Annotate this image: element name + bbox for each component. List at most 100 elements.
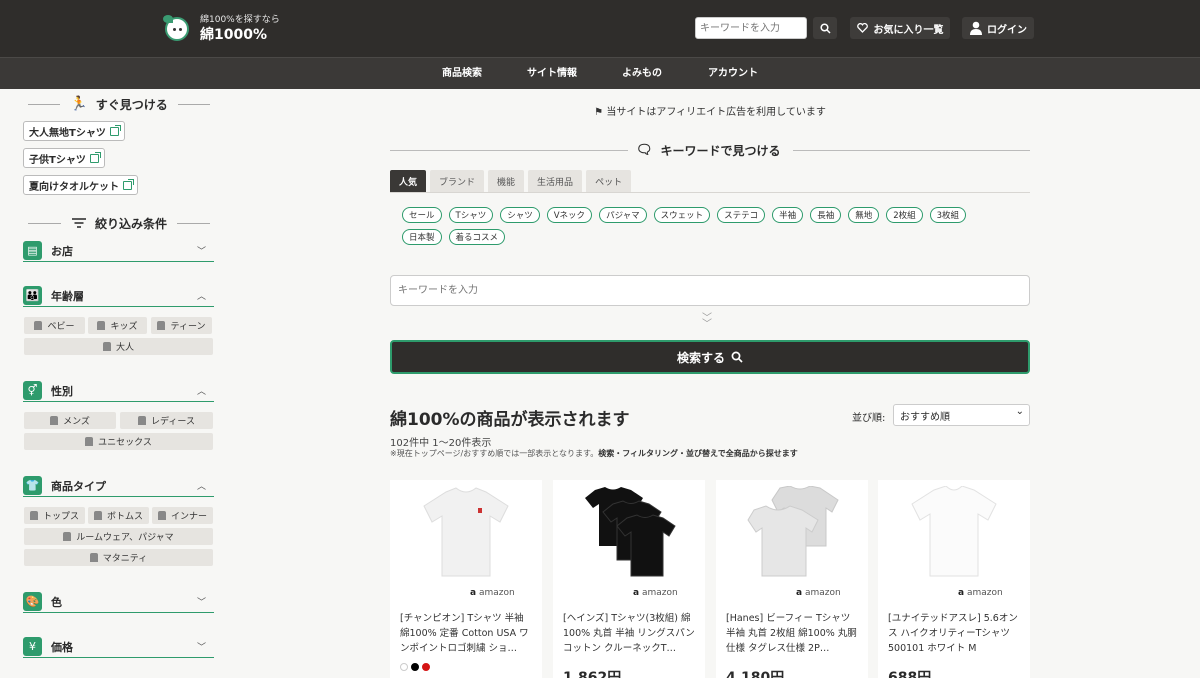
keyword-section-heading: 🗨 キーワードで見つける: [390, 140, 1030, 160]
favorites-label: お気に入り一覧: [873, 24, 944, 36]
tag-2-pack[interactable]: 2枚組: [886, 207, 923, 223]
tab-divider: [390, 192, 1030, 193]
filter-option-adult[interactable]: 大人: [24, 338, 213, 355]
tab-popular[interactable]: 人気: [390, 170, 427, 192]
nav-item-reading[interactable]: よみもの: [622, 58, 662, 90]
swatch-red[interactable]: [422, 663, 430, 671]
filter-product-type[interactable]: 👕 商品タイプ ︿: [23, 475, 214, 497]
filter-option-unisex[interactable]: ユニセックス: [24, 433, 213, 450]
user-icon: [970, 21, 982, 35]
favorites-button[interactable]: お気に入り一覧: [850, 17, 950, 39]
quick-link-summer-blanket[interactable]: 夏向けタオルケット: [23, 175, 138, 195]
product-name: [Hanes] ビーフィー Tシャツ 半袖 丸首 2枚組 綿100% 丸胴仕様 …: [726, 613, 857, 654]
filter-option-inner[interactable]: インナー: [152, 507, 213, 524]
amazon-badge: a amazon: [633, 588, 678, 598]
sort-label: 並び順:: [852, 413, 886, 424]
site-tagline: 綿100%を探すなら: [200, 15, 280, 25]
quick-find-heading: 🏃 すぐ見つける: [18, 94, 220, 114]
login-button[interactable]: ログイン: [962, 17, 1034, 39]
product-image: [585, 487, 676, 577]
tag-tshirt[interactable]: Tシャツ: [448, 207, 494, 223]
keyword-tags: セール Tシャツ シャツ Vネック パジャマ スウェット ステテコ 半袖 長袖 …: [402, 207, 1002, 245]
tag-sale[interactable]: セール: [402, 207, 442, 223]
nav-item-account[interactable]: アカウント: [708, 58, 758, 90]
quick-link-kids-tshirt[interactable]: 子供Tシャツ: [23, 148, 105, 168]
header-search-input[interactable]: [695, 17, 807, 39]
filter-color[interactable]: 🎨 色 ﹀: [23, 591, 214, 613]
filter-option-baby[interactable]: ベビー: [24, 317, 85, 334]
sidebar: 🏃 すぐ見つける 大人無地Tシャツ 子供Tシャツ 夏向けタオルケット 絞り込み条…: [0, 89, 235, 678]
chevron-up-icon: ︿: [196, 292, 206, 302]
filter-shop[interactable]: ▤ お店 ﹀: [23, 240, 214, 262]
chevron-down-icon: ﹀: [196, 643, 206, 653]
swatch-black[interactable]: [411, 663, 419, 671]
product-price: 1,862円: [563, 670, 622, 678]
chevron-up-icon: ︿: [196, 387, 206, 397]
filter-option-teen[interactable]: ティーン: [151, 317, 212, 334]
external-link-icon: [89, 151, 101, 163]
tag-wearable-cosme[interactable]: 着るコスメ: [448, 229, 506, 245]
amazon-badge: a amazon: [796, 588, 841, 598]
tag-pajama[interactable]: パジャマ: [599, 207, 647, 223]
nav-item-search[interactable]: 商品検索: [442, 58, 482, 90]
search-submit-button[interactable]: 検索する: [390, 340, 1030, 374]
header-search-button[interactable]: [813, 17, 837, 39]
filter-price[interactable]: ¥ 価格 ﹀: [23, 636, 214, 658]
product-card[interactable]: a amazon [ヘインズ] Tシャツ(3枚組) 綿100% 丸首 半袖 リン…: [553, 480, 705, 678]
filter-option-bottoms[interactable]: ボトムス: [88, 507, 149, 524]
tab-pet[interactable]: ペット: [586, 170, 632, 192]
filter-option-roomwear[interactable]: ルームウェア、パジャマ: [24, 528, 213, 545]
search-comment-icon: 🗨: [636, 142, 653, 158]
amazon-badge: a amazon: [470, 588, 515, 598]
filter-heading: 絞り込み条件: [18, 213, 220, 233]
tab-daily-goods[interactable]: 生活用品: [528, 170, 583, 192]
tab-function[interactable]: 機能: [488, 170, 525, 192]
product-name: [ヘインズ] Tシャツ(3枚組) 綿100% 丸首 半袖 リングスパンコットン …: [563, 613, 695, 654]
keyword-tabs: 人気 ブランド 機能 生活用品 ペット: [390, 170, 632, 192]
product-name: [ユナイテッドアスレ] 5.6オンス ハイクオリティーTシャツ 500101 ホ…: [888, 613, 1018, 654]
filter-age[interactable]: 👪 年齢層 ︿: [23, 285, 214, 307]
family-icon: 👪: [23, 286, 42, 305]
coins-icon: ¥: [23, 637, 42, 656]
swatch-white[interactable]: [400, 663, 408, 671]
filter-gender[interactable]: ⚥ 性別 ︿: [23, 380, 214, 402]
search-icon: [819, 22, 831, 34]
search-icon: [731, 351, 743, 363]
keyword-search-input[interactable]: [390, 275, 1030, 306]
tag-plain[interactable]: 無地: [848, 207, 880, 223]
product-image: [423, 487, 509, 577]
tag-3-pack[interactable]: 3枚組: [929, 207, 967, 223]
palette-icon: 🎨: [23, 592, 42, 611]
product-card[interactable]: a amazon [チャンピオン] Tシャツ 半袖 綿100% 定番 Cotto…: [390, 480, 542, 678]
filter-option-maternity[interactable]: マタニティ: [24, 549, 213, 566]
tag-vneck[interactable]: Vネック: [546, 207, 593, 223]
product-price: 4,180円: [726, 670, 785, 678]
product-card[interactable]: a amazon [Hanes] ビーフィー Tシャツ 半袖 丸首 2枚組 綿1…: [716, 480, 868, 678]
tag-short-sleeve[interactable]: 半袖: [772, 207, 804, 223]
tag-made-in-japan[interactable]: 日本製: [402, 229, 442, 245]
chevron-down-icon: ﹀: [196, 247, 206, 257]
filter-option-ladies[interactable]: レディース: [120, 412, 213, 429]
product-price: 688円: [888, 670, 932, 678]
result-count: 102件中 1〜20件表示: [390, 438, 492, 449]
tag-long-sleeve[interactable]: 長袖: [810, 207, 842, 223]
quick-link-adult-tshirt[interactable]: 大人無地Tシャツ: [23, 121, 125, 141]
tab-brand[interactable]: ブランド: [430, 170, 485, 192]
filter-option-tops[interactable]: トップス: [24, 507, 85, 524]
color-swatches: [400, 663, 430, 671]
nav-item-site-info[interactable]: サイト情報: [527, 58, 577, 90]
filter-option-kids[interactable]: キッズ: [88, 317, 147, 334]
login-label: ログイン: [987, 24, 1027, 36]
results-note: ※現在トップページ/おすすめ順では一部表示となります。検索・フィルタリング・並び…: [390, 449, 798, 458]
heart-icon: [856, 23, 868, 33]
site-logo[interactable]: 綿100%を探すなら 綿1000%: [163, 14, 280, 44]
chevron-down-icon: ﹀: [196, 598, 206, 608]
external-link-icon: [123, 178, 134, 190]
sort-select[interactable]: おすすめ順: [893, 404, 1030, 426]
product-card[interactable]: a amazon [ユナイテッドアスレ] 5.6オンス ハイクオリティーTシャツ…: [878, 480, 1030, 678]
tag-shirt[interactable]: シャツ: [500, 207, 540, 223]
tag-steteko[interactable]: ステテコ: [717, 207, 766, 223]
affiliate-notice: ⚑ 当サイトはアフィリエイト広告を利用しています: [594, 107, 826, 118]
tag-sweat[interactable]: スウェット: [653, 207, 711, 223]
filter-option-mens[interactable]: メンズ: [24, 412, 116, 429]
